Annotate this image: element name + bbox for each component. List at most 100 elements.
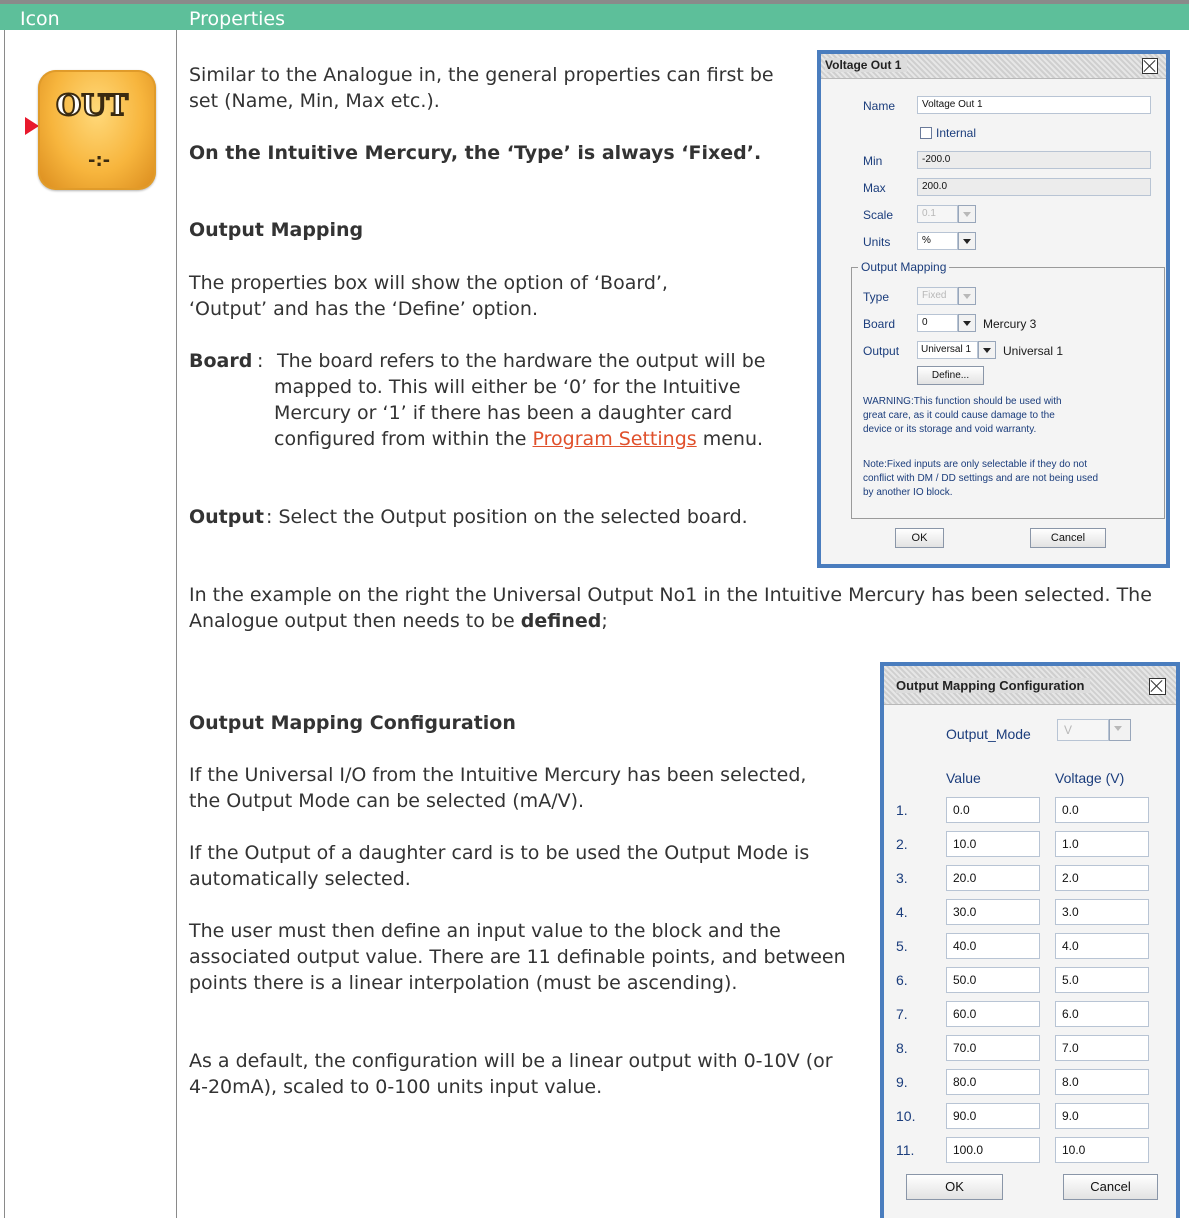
- define-button[interactable]: Define...: [917, 366, 984, 385]
- voltage-field[interactable]: 9.0: [1055, 1103, 1149, 1129]
- output-select[interactable]: Universal 1: [917, 341, 978, 359]
- row-number: 10.: [896, 1108, 916, 1124]
- input-arrow-icon: [25, 117, 39, 135]
- daughter-card-paragraph: If the Output of a daughter card is to b…: [189, 842, 810, 890]
- example-paragraph: In the example on the right the Universa…: [189, 582, 1179, 634]
- type-dropdown-icon[interactable]: [958, 287, 976, 305]
- output-mapping-config-heading: Output Mapping Configuration: [189, 712, 516, 734]
- output-mode-select[interactable]: V: [1057, 719, 1109, 741]
- value-field[interactable]: 90.0: [946, 1103, 1040, 1129]
- scale-label: Scale: [863, 208, 894, 222]
- row-number: 2.: [896, 836, 908, 852]
- board-term: Board: [189, 350, 253, 372]
- voltage-field[interactable]: 4.0: [1055, 933, 1149, 959]
- internal-checkbox[interactable]: [920, 127, 932, 139]
- voltage-field[interactable]: 1.0: [1055, 831, 1149, 857]
- row-number: 7.: [896, 1006, 908, 1022]
- value-field[interactable]: 80.0: [946, 1069, 1040, 1095]
- mapping-dialog-title: Output Mapping Configuration: [896, 678, 1091, 693]
- board-dropdown-icon[interactable]: [958, 314, 976, 332]
- output-term: Output: [189, 506, 264, 528]
- type-fixed-note: On the Intuitive Mercury, the ‘Type’ is …: [189, 142, 762, 164]
- units-label: Units: [863, 235, 891, 249]
- board-desc: Mercury 3: [983, 317, 1037, 331]
- row-number: 3.: [896, 870, 908, 886]
- value-field[interactable]: 20.0: [946, 865, 1040, 891]
- header-icon-cell: Icon: [20, 8, 60, 30]
- header-properties-cell: Properties: [189, 8, 286, 30]
- warning-line-1: WARNING:This function should be used wit…: [863, 396, 1062, 407]
- dialog-titlebar: Voltage Out 1: [821, 54, 1166, 79]
- voltage-column-header: Voltage (V): [1055, 770, 1125, 786]
- name-field[interactable]: Voltage Out 1: [917, 96, 1151, 114]
- output-mapping-group-label: Output Mapping: [858, 260, 950, 274]
- value-field[interactable]: 0.0: [946, 797, 1040, 823]
- output-desc: Universal 1: [1003, 344, 1064, 358]
- output-label: Output: [863, 344, 900, 358]
- type-label: Type: [863, 290, 890, 304]
- program-settings-link[interactable]: Program Settings: [533, 428, 697, 450]
- table-left-border: [4, 30, 5, 1218]
- board-select[interactable]: 0: [917, 314, 958, 332]
- voltage-out-dialog: Voltage Out 1 Name Voltage Out 1 Interna…: [817, 50, 1170, 568]
- board-description-end: menu.: [702, 428, 764, 450]
- warning-line-2: great care, as it could cause damage to …: [863, 410, 1055, 421]
- header-top-rule: [0, 0, 1189, 4]
- units-dropdown-icon[interactable]: [958, 232, 976, 250]
- voltage-field[interactable]: 2.0: [1055, 865, 1149, 891]
- row-number: 6.: [896, 972, 908, 988]
- row-number: 4.: [896, 904, 908, 920]
- value-column-header: Value: [946, 770, 981, 786]
- voltage-field[interactable]: 10.0: [1055, 1137, 1149, 1163]
- min-field[interactable]: -200.0: [917, 151, 1151, 169]
- output-mapping-heading: Output Mapping: [189, 219, 364, 241]
- value-field[interactable]: 70.0: [946, 1035, 1040, 1061]
- units-select[interactable]: %: [917, 232, 958, 250]
- row-number: 5.: [896, 938, 908, 954]
- internal-label: Internal: [936, 126, 977, 140]
- defined-word: defined: [520, 610, 602, 632]
- name-label: Name: [863, 99, 896, 113]
- max-field[interactable]: 200.0: [917, 178, 1151, 196]
- voltage-field[interactable]: 6.0: [1055, 1001, 1149, 1027]
- mapping-cancel-button[interactable]: Cancel: [1063, 1174, 1158, 1200]
- scale-select[interactable]: 0.1: [917, 205, 958, 223]
- voltage-field[interactable]: 3.0: [1055, 899, 1149, 925]
- output-mode-dropdown-icon[interactable]: [1109, 719, 1131, 741]
- voltage-field[interactable]: 8.0: [1055, 1069, 1149, 1095]
- scale-dropdown-icon[interactable]: [958, 205, 976, 223]
- value-field[interactable]: 100.0: [946, 1137, 1040, 1163]
- out-icon-sublabel: -:-: [88, 150, 111, 171]
- example-end: ;: [601, 610, 608, 632]
- output-mapping-config-dialog: Output Mapping Configuration Output_Mode…: [880, 662, 1180, 1218]
- voltage-field[interactable]: 5.0: [1055, 967, 1149, 993]
- close-icon[interactable]: [1149, 678, 1166, 695]
- definable-points-paragraph: The user must then define an input value…: [189, 920, 846, 994]
- row-number: 8.: [896, 1040, 908, 1056]
- warning-line-3: device or its storage and void warranty.: [863, 424, 1037, 435]
- type-select[interactable]: Fixed: [917, 287, 958, 305]
- board-label: Board: [863, 317, 896, 331]
- value-field[interactable]: 50.0: [946, 967, 1040, 993]
- table-header: Icon Properties: [0, 0, 1189, 30]
- row-number: 9.: [896, 1074, 908, 1090]
- mapping-ok-button[interactable]: OK: [906, 1174, 1003, 1200]
- output-mode-label: Output_Mode: [946, 726, 1031, 742]
- value-field[interactable]: 10.0: [946, 831, 1040, 857]
- value-field[interactable]: 30.0: [946, 899, 1040, 925]
- default-config-paragraph: As a default, the configuration will be …: [189, 1050, 833, 1098]
- cancel-button[interactable]: Cancel: [1030, 528, 1106, 548]
- voltage-field[interactable]: 0.0: [1055, 797, 1149, 823]
- mapping-dialog-titlebar: Output Mapping Configuration: [884, 666, 1176, 705]
- output-mapping-group: Output Mapping Type Fixed Board 0 Mercur…: [851, 260, 1165, 519]
- value-field[interactable]: 60.0: [946, 1001, 1040, 1027]
- output-dropdown-icon[interactable]: [978, 341, 996, 359]
- output-description: : Select the Output position on the sele…: [266, 506, 748, 528]
- value-field[interactable]: 40.0: [946, 933, 1040, 959]
- voltage-field[interactable]: 7.0: [1055, 1035, 1149, 1061]
- ok-button[interactable]: OK: [895, 528, 944, 548]
- min-label: Min: [863, 154, 883, 168]
- dialog-title: Voltage Out 1: [825, 58, 908, 72]
- close-icon[interactable]: [1142, 58, 1158, 74]
- properties-box-paragraph: The properties box will show the option …: [189, 272, 668, 320]
